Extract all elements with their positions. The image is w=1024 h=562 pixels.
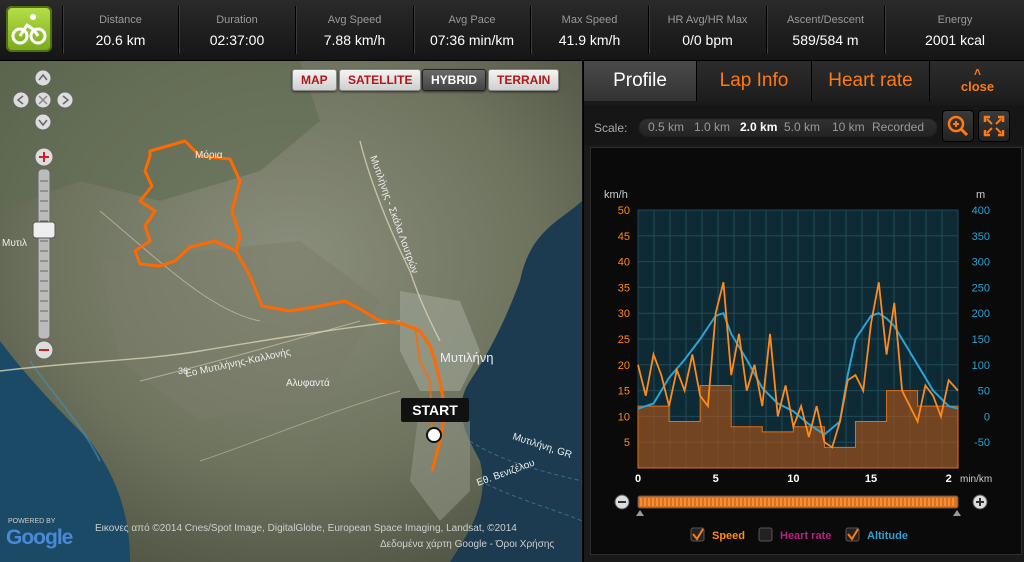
- tab-profile[interactable]: Profile: [584, 61, 697, 101]
- stat-label: Avg Pace: [448, 14, 496, 26]
- x-tick-label: 15: [865, 473, 877, 485]
- y-right-tick-label: 100: [972, 360, 990, 372]
- powered-by-text: POWERED BY: [8, 518, 56, 525]
- map-attribution: Εικονες από ©2014 Cnes/Spot Image, Digit…: [95, 523, 517, 534]
- range-slider[interactable]: [637, 495, 959, 509]
- map-data-attribution[interactable]: Δεδομένα χάρτη Google - Όροι Χρήσης: [380, 539, 554, 550]
- close-label: close: [960, 79, 995, 94]
- map-type-hybrid-button[interactable]: HYBRID: [422, 69, 487, 91]
- stat-hr-avg-hr-max: HR Avg/HR Max 0/0 bpm: [648, 6, 766, 54]
- y-left-unit-label: km/h: [604, 189, 628, 201]
- place-label: Αλυφαντά: [286, 377, 330, 389]
- stats-bar: Distance 20.6 km Duration 02:37:00 Avg Speed…: [0, 0, 1024, 61]
- y-right-tick-label: 400: [972, 205, 990, 217]
- stat-distance: Distance 20.6 km: [62, 6, 178, 54]
- cycling-icon[interactable]: [6, 6, 52, 52]
- close-button[interactable]: ˄ close: [930, 61, 1024, 101]
- x-tick-label: 10: [787, 473, 799, 485]
- tab-lap-info[interactable]: Lap Info: [697, 61, 812, 101]
- stat-value: 41.9 km/h: [558, 32, 621, 48]
- stat-label: Avg Speed: [327, 14, 382, 26]
- map-type-map-button[interactable]: MAP: [292, 69, 337, 91]
- y-right-tick-label: 150: [972, 334, 990, 346]
- y-left-tick-label: 40: [618, 257, 630, 269]
- y-left-tick-label: 20: [618, 360, 630, 372]
- scale-label: Scale:: [594, 121, 628, 135]
- y-left-tick-label: 35: [618, 282, 630, 294]
- scale-options: 0.5 km 1.0 km 2.0 km 5.0 km 10 km Record…: [638, 117, 938, 137]
- stat-avg-speed: Avg Speed 7.88 km/h: [295, 6, 413, 54]
- stat-avg-pace: Avg Pace 07:36 min/km: [413, 6, 530, 54]
- x-tick-label: 2: [946, 473, 952, 485]
- start-label: START: [401, 398, 469, 422]
- y-right-tick-label: 200: [972, 308, 990, 320]
- place-label: Μυτιλήνη: [440, 350, 493, 365]
- chevron-up-icon: ˄: [973, 65, 981, 79]
- tab-heart-rate[interactable]: Heart rate: [812, 61, 930, 101]
- scale-option-10km[interactable]: 10 km: [832, 120, 865, 134]
- stat-value: 0/0 bpm: [682, 32, 733, 48]
- google-logo[interactable]: Google: [6, 526, 73, 550]
- legend-checkbox[interactable]: [758, 527, 773, 542]
- range-handle-right: [953, 510, 961, 516]
- legend-label: Altitude: [867, 530, 908, 542]
- stat-ascent-descent: Ascent/Descent 589/584 m: [766, 6, 884, 54]
- stat-value: 7.88 km/h: [323, 32, 386, 48]
- place-label: Μόρια: [195, 149, 223, 161]
- legend-label: Heart rate: [780, 530, 831, 542]
- profile-chart[interactable]: km/h m 5 10 15 20 25 30 35 40 45 50 -50 0 50 100 150 200 2…: [590, 147, 1022, 555]
- stat-label: HR Avg/HR Max: [667, 14, 748, 26]
- y-right-tick-label: 350: [972, 231, 990, 243]
- scale-option-recorded[interactable]: Recorded: [872, 120, 924, 134]
- place-label: 36: [178, 366, 188, 376]
- y-left-tick-label: 10: [618, 411, 630, 423]
- fullscreen-button[interactable]: [978, 110, 1010, 142]
- scale-option-0-5km[interactable]: 0.5 km: [648, 120, 684, 134]
- x-tick-label: 0: [635, 473, 641, 485]
- stat-label: Max Speed: [561, 14, 618, 26]
- start-marker[interactable]: [426, 427, 442, 443]
- stat-value: 20.6 km: [95, 32, 146, 48]
- legend-label: Speed: [712, 530, 745, 542]
- x-tick-label: 5: [713, 473, 719, 485]
- y-left-tick-label: 50: [618, 205, 630, 217]
- stat-label: Energy: [937, 14, 973, 26]
- scale-option-5km[interactable]: 5.0 km: [784, 120, 820, 134]
- map-type-satellite-button[interactable]: SATELLITE: [339, 69, 422, 91]
- map-type-terrain-button[interactable]: TERRAIN: [488, 69, 560, 91]
- stat-energy: Energy 2001 kcal: [884, 6, 1024, 54]
- y-left-tick-label: 30: [618, 308, 630, 320]
- route-map[interactable]: Μόρια Μυτιλήνη Αλυφαντά Εο Μυτιλήνης-Καλ…: [0, 61, 582, 562]
- stat-duration: Duration 02:37:00: [178, 6, 295, 54]
- x-unit-label: min/km: [960, 474, 992, 485]
- stat-value: 07:36 min/km: [429, 32, 515, 48]
- stat-label: Distance: [99, 14, 142, 26]
- y-left-tick-label: 5: [624, 437, 630, 449]
- zoom-in-button[interactable]: [942, 110, 974, 142]
- stat-label: Ascent/Descent: [786, 14, 865, 26]
- scale-option-1km[interactable]: 1.0 km: [694, 120, 730, 134]
- profile-panel: Profile Lap Info Heart rate ˄ close Scal…: [583, 61, 1024, 562]
- stat-value: 589/584 m: [792, 32, 859, 48]
- stat-value: 02:37:00: [209, 32, 265, 48]
- y-right-tick-label: 0: [984, 411, 990, 423]
- range-handle-left: [636, 510, 644, 516]
- scale-option-2km[interactable]: 2.0 km: [740, 120, 777, 134]
- y-right-tick-label: 300: [972, 257, 990, 269]
- y-right-tick-label: 50: [978, 386, 990, 398]
- magnifier-plus-icon: [947, 115, 969, 137]
- y-left-tick-label: 45: [618, 231, 630, 243]
- place-label: Μυτιλ: [2, 238, 27, 249]
- y-left-tick-label: 15: [618, 386, 630, 398]
- stat-max-speed: Max Speed 41.9 km/h: [530, 6, 648, 54]
- y-right-tick-label: 250: [972, 282, 990, 294]
- y-right-tick-label: -50: [974, 437, 990, 449]
- stat-value: 2001 kcal: [925, 32, 985, 48]
- y-left-tick-label: 25: [618, 334, 630, 346]
- expand-icon: [983, 115, 1005, 137]
- y-right-unit-label: m: [976, 189, 985, 201]
- stat-label: Duration: [216, 14, 258, 26]
